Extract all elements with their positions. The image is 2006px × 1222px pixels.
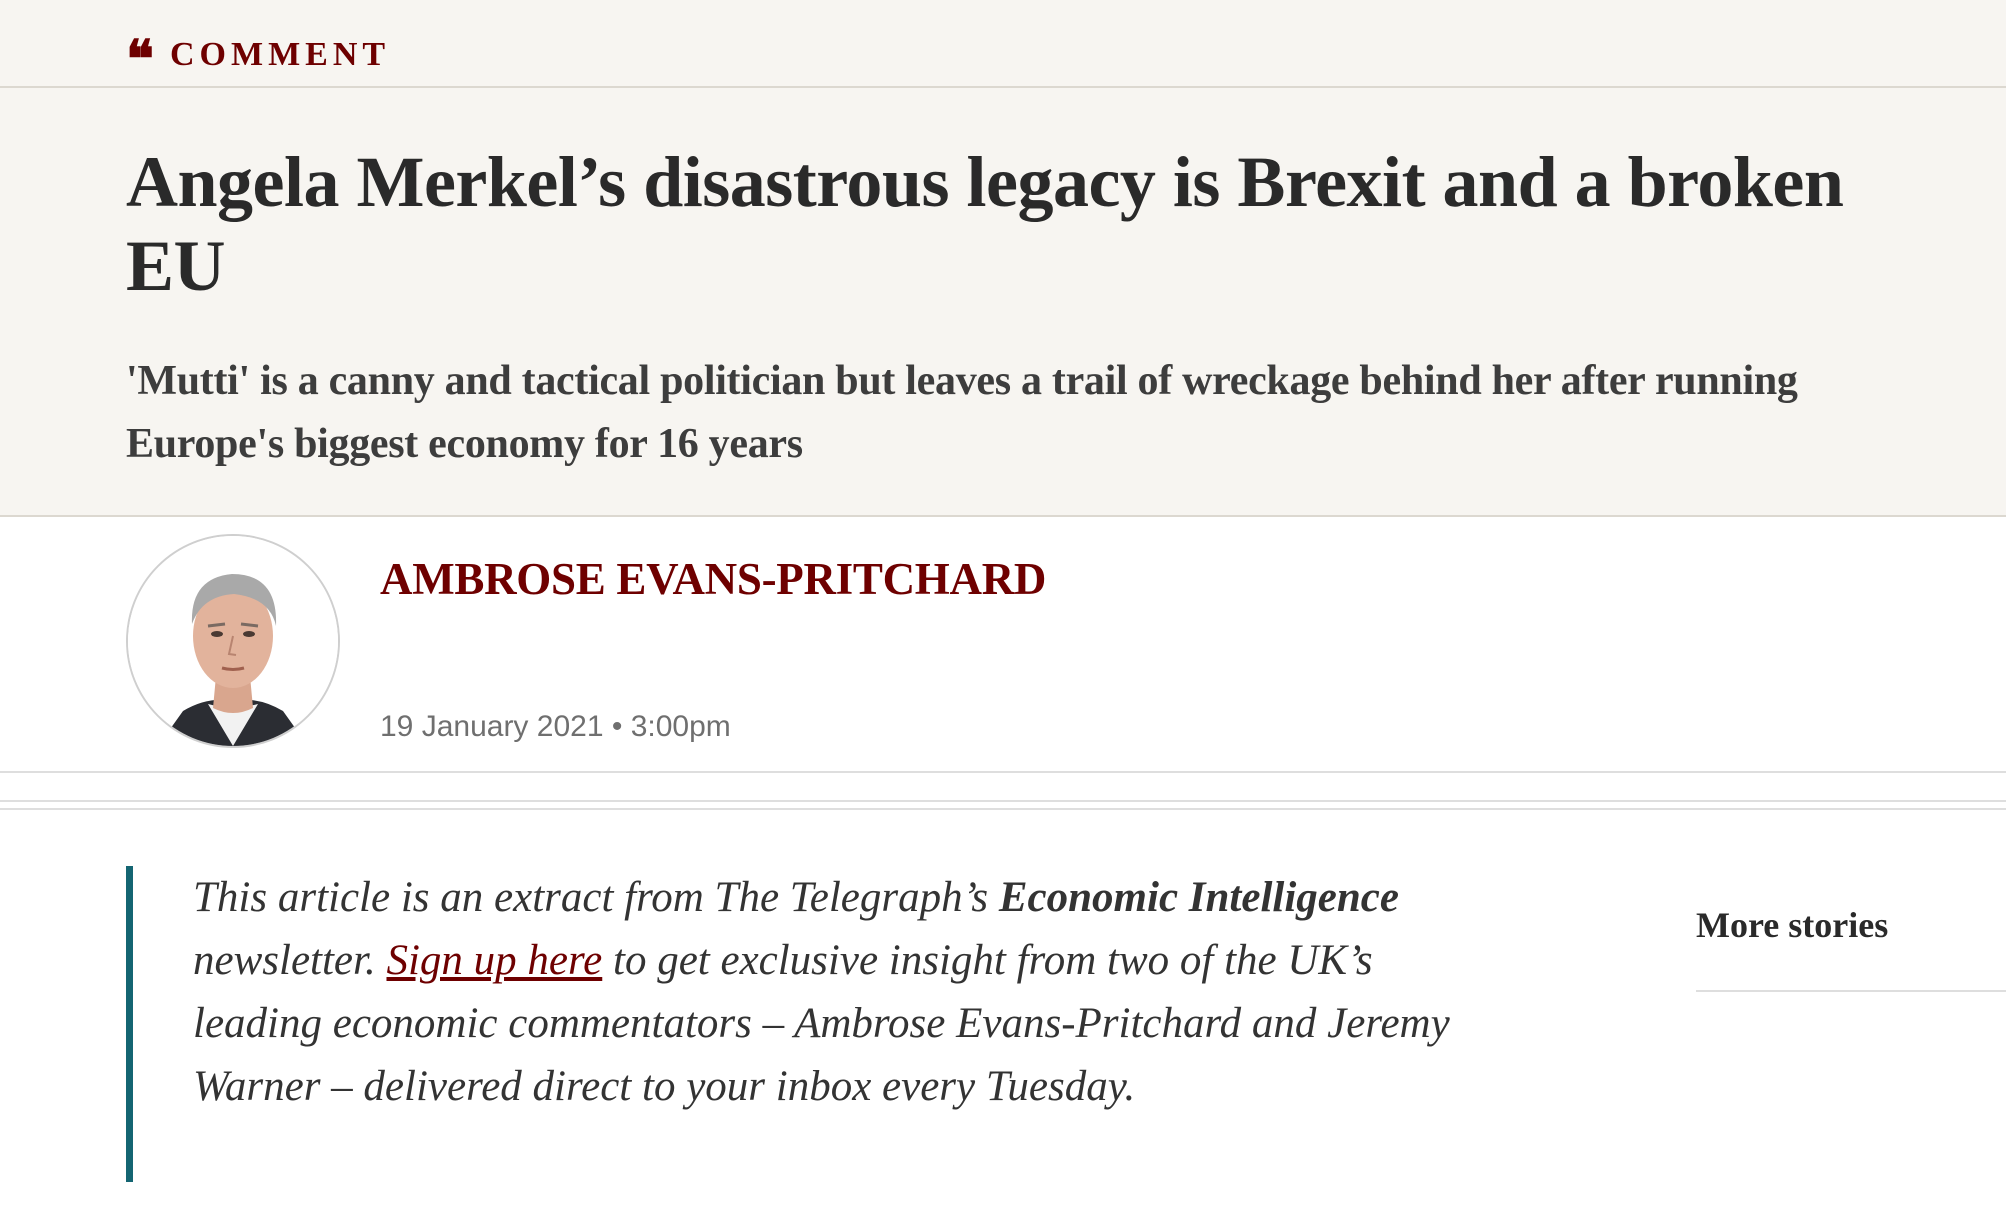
dateline: 19 January 2021 • 3:00pm xyxy=(380,710,731,744)
more-stories-heading[interactable]: More stories xyxy=(1696,904,1888,946)
section-kicker[interactable]: ❝ COMMENT xyxy=(126,24,390,86)
extract-text-mid: newsletter. xyxy=(193,937,387,984)
extract-text: This article is an extract from The Tele… xyxy=(193,866,1493,1118)
section-label: COMMENT xyxy=(169,36,391,73)
divider xyxy=(0,808,2006,810)
author-avatar[interactable] xyxy=(126,534,340,748)
signup-link[interactable]: Sign up here xyxy=(386,937,602,984)
extract-text-intro: This article is an extract from The Tele… xyxy=(193,874,999,921)
section-bar: ❝ COMMENT xyxy=(0,0,2006,88)
author-portrait-icon xyxy=(128,536,338,746)
publish-time: 3:00pm xyxy=(630,710,731,743)
newsletter-name: Economic Intelligence xyxy=(998,874,1399,921)
divider xyxy=(0,515,2006,517)
headline: Angela Merkel’s disastrous legacy is Bre… xyxy=(126,142,1844,306)
divider xyxy=(0,800,2006,802)
dateline-separator: • xyxy=(611,710,623,743)
newsletter-extract: This article is an extract from The Tele… xyxy=(126,866,1456,1182)
author-link[interactable]: AMBROSE EVANS-PRITCHARD xyxy=(380,553,1046,605)
standfirst: 'Mutti' is a canny and tactical politici… xyxy=(126,358,1798,467)
divider xyxy=(1696,990,2006,992)
divider xyxy=(0,771,2006,773)
quote-mark-icon: ❝ xyxy=(126,29,154,90)
publish-date: 19 January 2021 xyxy=(380,710,604,743)
